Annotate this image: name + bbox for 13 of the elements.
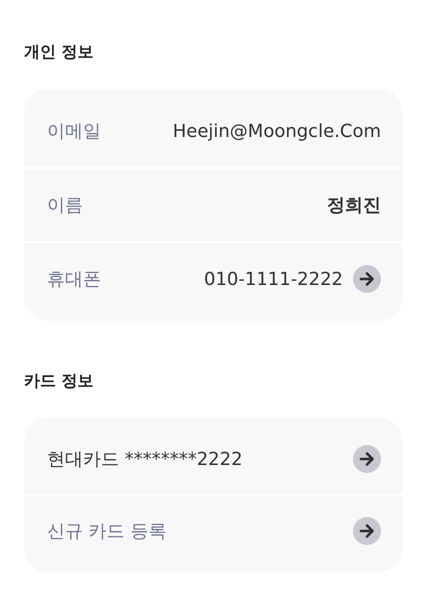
section-title: 카드 정보 — [24, 371, 94, 392]
arrow-button[interactable] — [353, 517, 381, 545]
field-label: 휴대폰 — [47, 268, 101, 291]
field-value: 010-1111-2222 — [204, 268, 343, 290]
field-value: Heejin@Moongcle.Com — [172, 120, 381, 142]
field-value: 정희진 — [327, 194, 381, 217]
arrow-button[interactable] — [353, 445, 381, 473]
field-label: 이름 — [47, 194, 83, 217]
field-label: 이메일 — [47, 120, 101, 143]
section-title: 개인 정보 — [24, 42, 94, 63]
card-label: 현대카드 ********2222 — [47, 448, 243, 471]
add-card-label: 신규 카드 등록 — [47, 520, 166, 543]
arrow-button[interactable] — [353, 265, 381, 293]
